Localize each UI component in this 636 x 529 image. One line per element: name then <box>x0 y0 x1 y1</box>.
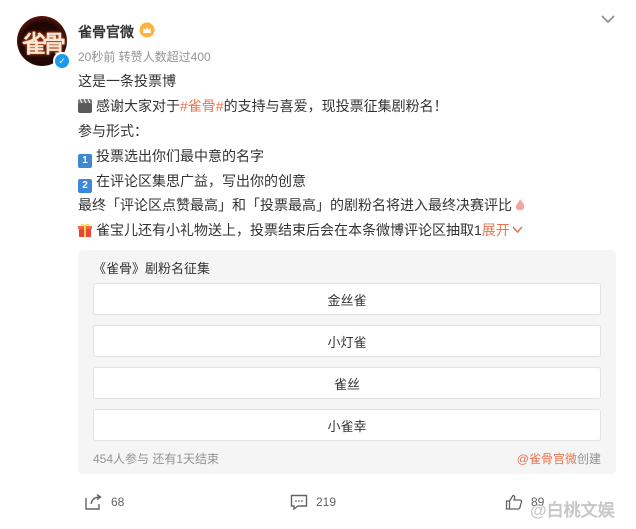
poll-option[interactable]: 小雀幸 <box>93 409 601 441</box>
poll-creator-link[interactable]: @雀骨官微 <box>517 452 577 466</box>
keycap-1-icon: 1 <box>78 154 92 168</box>
share-count: 68 <box>111 495 125 509</box>
expand-label: 展开 <box>481 222 510 238</box>
post-line-3: 参与形式： <box>78 123 148 139</box>
watermark: @白桃文娱 <box>530 501 615 520</box>
comment-icon <box>290 494 308 510</box>
poll-creator: @雀骨官微创建 <box>517 450 601 467</box>
post-line-7-text: 雀宝儿还有小礼物送上，投票结束后会在本条微博评论区抽取1 <box>96 222 482 238</box>
like-icon <box>505 494 523 510</box>
keycap-2-icon: 2 <box>78 179 92 193</box>
verified-icon: ✓ <box>53 52 71 70</box>
share-button[interactable]: 68 <box>85 494 124 510</box>
poll-option[interactable]: 雀丝 <box>93 367 601 399</box>
fire-icon <box>515 199 525 211</box>
poll-title: 《雀骨》剧粉名征集 <box>93 261 211 276</box>
poll-creator-suffix: 创建 <box>576 452 601 466</box>
poll-status: 454人参与 还有1天结束 <box>93 452 220 466</box>
poll-card: 《雀骨》剧粉名征集 金丝雀 小灯雀 雀丝 小雀幸 454人参与 还有1天结束 @… <box>78 250 616 474</box>
post-line-5-text: 在评论区集思广益，写出你的创意 <box>96 173 306 189</box>
post-line-7: 雀宝儿还有小礼物送上，投票结束后会在本条微博评论区抽取1展开 <box>78 220 523 240</box>
comment-count: 219 <box>316 495 337 509</box>
post-line-5: 2 在评论区集思广益，写出你的创意 <box>78 171 306 193</box>
post-line-6: 最终「评论区点赞最高」和「投票最高」的剧粉名将进入最终决赛评比 <box>78 195 525 215</box>
post-line-2-pre: 感谢大家对于 <box>96 98 180 114</box>
chevron-down-icon[interactable] <box>600 13 616 25</box>
comment-button[interactable]: 219 <box>290 494 336 510</box>
author-name[interactable]: 雀骨官微 <box>78 22 134 42</box>
topic-link[interactable]: #雀骨# <box>180 98 224 114</box>
post-meta: 20秒前 转赞人数超过400 <box>78 50 211 64</box>
post-line-4: 1 投票选出你们最中意的名字 <box>78 146 264 168</box>
post-line-2: 感谢大家对于#雀骨#的支持与喜爱，现投票征集剧粉名！ <box>78 96 448 116</box>
expand-chevron-icon <box>512 226 523 234</box>
post-line-1: 这是一条投票博 <box>78 73 176 89</box>
post-line-4-text: 投票选出你们最中意的名字 <box>96 148 264 164</box>
poll-option[interactable]: 小灯雀 <box>93 325 601 357</box>
clapper-icon <box>78 99 92 113</box>
expand-link[interactable]: 展开 <box>482 222 523 238</box>
post-line-6-text: 最终「评论区点赞最高」和「投票最高」的剧粉名将进入最终决赛评比 <box>78 197 512 213</box>
vip-crown-icon <box>139 22 155 38</box>
share-icon <box>85 494 102 510</box>
post-line-2-post: 的支持与喜爱，现投票征集剧粉名！ <box>223 98 448 114</box>
gift-icon <box>78 223 92 237</box>
poll-option[interactable]: 金丝雀 <box>93 283 601 315</box>
